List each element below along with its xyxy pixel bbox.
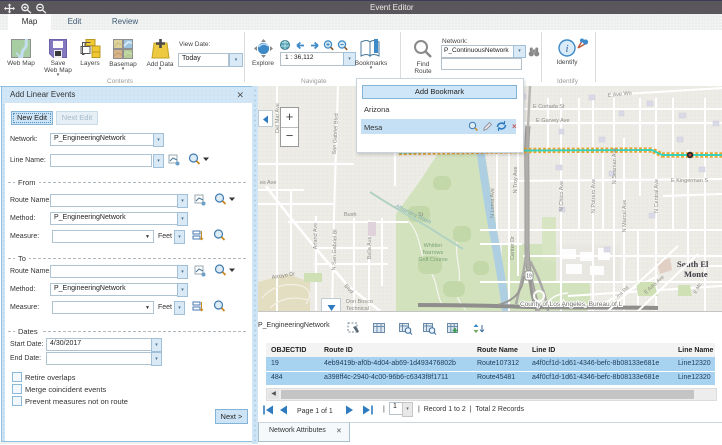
svg-text:E Garvey Ave: E Garvey Ave — [536, 118, 570, 124]
svg-text:N Loma Ave: N Loma Ave — [490, 188, 496, 218]
svg-text:19: 19 — [526, 274, 532, 280]
svg-text:E Cortada St: E Cortada St — [533, 104, 565, 110]
svg-text:County of Los Angeles, Bureau: County of Los Angeles, Bureau of L — [520, 301, 623, 308]
svg-text:South El: South El — [677, 259, 709, 269]
svg-text:N Central Ave: N Central Ave — [654, 179, 660, 213]
svg-text:N Potrero Ave: N Potrero Ave — [591, 179, 597, 213]
svg-text:es Ave: es Ave — [260, 180, 276, 186]
svg-text:i: i — [565, 43, 568, 55]
svg-text:×: × — [512, 122, 517, 131]
svg-text:Arland Ave: Arland Ave — [313, 223, 319, 250]
svg-text:Page 1 of 1: Page 1 of 1 — [297, 408, 333, 415]
svg-text:Bush: Bush — [344, 212, 357, 218]
svg-text:Bella Ave: Bella Ave — [367, 237, 373, 260]
svg-text:N Seaman Ave: N Seaman Ave — [612, 148, 618, 185]
svg-text:Narrows: Narrows — [423, 250, 444, 256]
svg-text:Whittier: Whittier — [424, 243, 443, 249]
svg-text:E Kingerman S: E Kingerman S — [671, 178, 708, 184]
svg-text:Don Bosco: Don Bosco — [346, 299, 373, 305]
svg-text:Monte: Monte — [684, 269, 708, 279]
svg-text:N Marcel Ave: N Marcel Ave — [622, 200, 628, 233]
svg-text:Center Dr: Center Dr — [510, 236, 516, 260]
svg-text:N Chico Ave: N Chico Ave — [559, 181, 565, 211]
svg-text:N Troy Ave: N Troy Ave — [513, 167, 519, 194]
svg-text:Golf Course: Golf Course — [418, 257, 447, 263]
